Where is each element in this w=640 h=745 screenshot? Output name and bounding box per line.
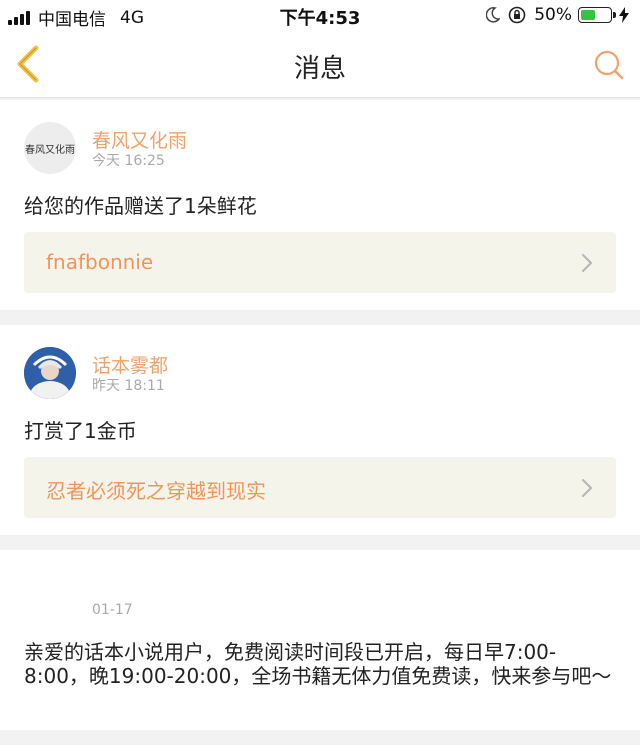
nav-bar: 消息 <box>0 30 640 98</box>
message-time: 昨天 18:11 <box>92 378 165 394</box>
system-notice-card: 01-17 亲爱的话本小说用户，免费阅读时间段已开启，每日早7:00-8:00，… <box>0 550 640 730</box>
message-time: 今天 16:25 <box>92 153 165 169</box>
battery-level <box>581 10 595 20</box>
search-icon <box>594 50 624 80</box>
battery-icon <box>578 7 616 23</box>
chevron-right-icon <box>582 254 592 272</box>
battery-percent: 50% <box>534 5 572 25</box>
message-text: 给您的作品赠送了1朵鲜花 <box>24 194 257 218</box>
work-title: 忍者必须死之穿越到现实 <box>46 479 266 503</box>
search-button[interactable] <box>592 48 626 82</box>
sender-name[interactable]: 话本雾都 <box>92 351 168 378</box>
work-title: fnafbonnie <box>46 250 154 274</box>
notice-text: 亲爱的话本小说用户，免费阅读时间段已开启，每日早7:00-8:00，晚19:00… <box>24 640 612 688</box>
notice-time: 01-17 <box>92 602 133 618</box>
moon-icon <box>486 7 501 23</box>
charging-bolt-icon <box>619 7 629 23</box>
sender-name[interactable]: 春风又化雨 <box>92 126 187 153</box>
message-text: 打赏了1金币 <box>24 419 137 443</box>
work-link[interactable]: 忍者必须死之穿越到现实 <box>24 457 616 518</box>
page-title: 消息 <box>293 54 346 84</box>
status-bar: 中国电信 4G 下午4:53 50% <box>0 0 640 30</box>
message-card: 春风又化雨 春风又化雨 今天 16:25 给您的作品赠送了1朵鲜花 fnafbo… <box>0 100 640 310</box>
avatar[interactable]: 春风又化雨 <box>24 122 76 174</box>
orientation-lock-icon <box>508 6 526 24</box>
avatar[interactable] <box>24 347 76 399</box>
chevron-right-icon <box>582 479 592 497</box>
work-link[interactable]: fnafbonnie <box>24 232 616 293</box>
message-card: 话本雾都 昨天 18:11 打赏了1金币 忍者必须死之穿越到现实 <box>0 325 640 535</box>
user-photo-avatar-icon <box>24 347 76 399</box>
